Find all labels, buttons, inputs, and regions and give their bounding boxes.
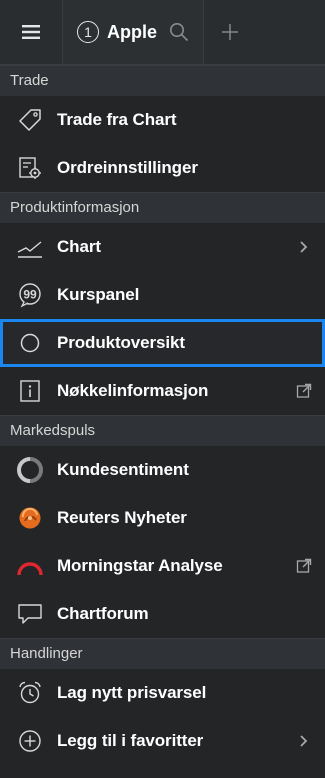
chart-line-icon [15, 232, 45, 262]
menu-item-ordreinnstillinger[interactable]: Ordreinnstillinger [0, 144, 325, 192]
external-link-icon [295, 382, 313, 400]
menu-item-kundesentiment[interactable]: Kundesentiment [0, 446, 325, 494]
svg-text:99: 99 [23, 288, 37, 302]
menu-item-legg-til-i-favoritter[interactable]: Legg til i favoritter [0, 717, 325, 765]
menu-item-label: Kundesentiment [57, 460, 189, 479]
sentiment-icon [15, 455, 45, 485]
menu-item-reuters-nyheter[interactable]: Reuters Nyheter [0, 494, 325, 542]
menu-item-label: Produktoversikt [57, 333, 185, 352]
menu-item-morningstar-analyse[interactable]: Morningstar Analyse [0, 542, 325, 590]
tab-apple[interactable]: 1 Apple [63, 0, 205, 64]
menu-item-label: Chartforum [57, 604, 149, 623]
plus-icon [222, 24, 239, 40]
menu-item-label: Reuters Nyheter [57, 508, 187, 527]
menu-item-label: Lag nytt prisvarsel [57, 683, 207, 702]
menu-item-label: Kurspanel [57, 285, 140, 304]
order-settings-icon [15, 153, 45, 183]
tag-icon [15, 105, 45, 135]
menu-item-label: Chart [57, 237, 101, 256]
menu-item-label: Legg til i favoritter [57, 731, 204, 750]
menu-item-label: Morningstar Analyse [57, 556, 223, 575]
top-bar: 1 Apple [0, 0, 325, 65]
add-tab-button[interactable] [204, 0, 256, 64]
menu-item-produktoversikt[interactable]: Produktoversikt [0, 319, 325, 367]
search-icon[interactable] [169, 22, 189, 42]
reuters-logo-icon [15, 503, 45, 533]
chevron-right-icon [295, 732, 313, 750]
side-menu-panel: 1 Apple Trade Trade fra Chart Ordreinnst… [0, 0, 325, 778]
alarm-clock-icon [15, 678, 45, 708]
section-header-produktinformasjon: Produktinformasjon [0, 192, 325, 223]
tab-number-badge: 1 [77, 21, 99, 43]
menu-item-label: Trade fra Chart [57, 110, 177, 129]
menu-item-nokkelinformasjon[interactable]: Nøkkelinformasjon [0, 367, 325, 415]
menu-item-kurspanel[interactable]: 99 Kurspanel [0, 271, 325, 319]
menu-item-label: Nøkkelinformasjon [57, 381, 209, 400]
chat-bubble-icon [15, 599, 45, 629]
external-link-icon [295, 557, 313, 575]
chevron-right-icon [295, 238, 313, 256]
section-header-trade: Trade [0, 65, 325, 96]
quote-bubble-icon: 99 [15, 280, 45, 310]
menu-item-label: Ordreinnstillinger [57, 158, 198, 177]
menu-item-chart[interactable]: Chart [0, 223, 325, 271]
plus-circle-icon [15, 726, 45, 756]
section-header-markedspuls: Markedspuls [0, 415, 325, 446]
info-icon [15, 376, 45, 406]
section-header-handlinger: Handlinger [0, 638, 325, 669]
tab-label: Apple [107, 21, 158, 42]
menu-item-trade-fra-chart[interactable]: Trade fra Chart [0, 96, 325, 144]
menu-item-lag-nytt-prisvarsel[interactable]: Lag nytt prisvarsel [0, 669, 325, 717]
hamburger-icon[interactable] [0, 0, 63, 64]
circle-icon [15, 328, 45, 358]
menu-item-chartforum[interactable]: Chartforum [0, 590, 325, 638]
morningstar-logo-icon [15, 551, 45, 581]
